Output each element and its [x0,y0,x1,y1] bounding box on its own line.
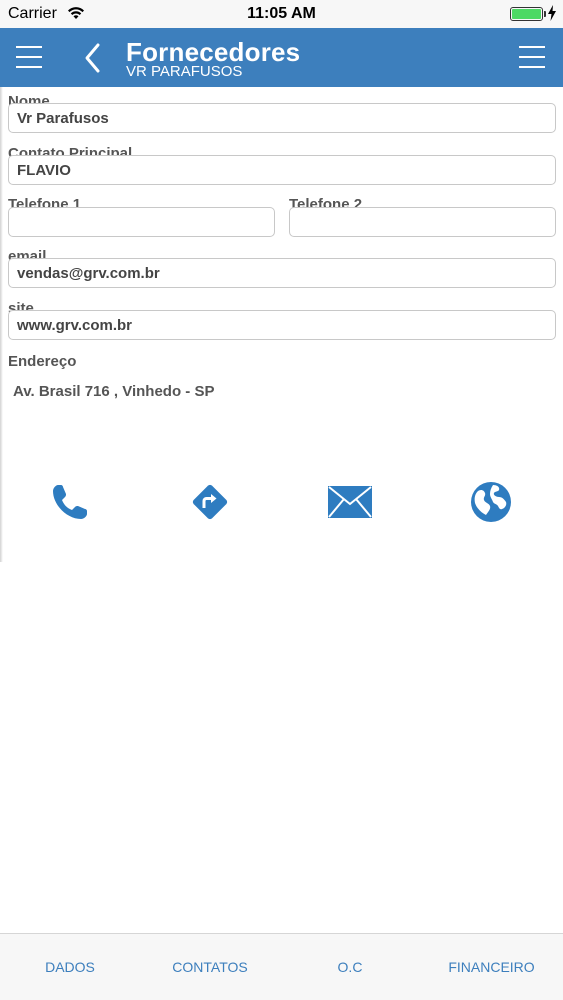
charging-bolt-icon [548,5,556,21]
directions-button[interactable] [186,478,234,526]
menu-right-button[interactable] [519,44,547,70]
call-button[interactable] [46,478,94,526]
battery-icon [510,7,543,21]
globe-icon [471,482,511,522]
email-field[interactable] [8,258,556,288]
status-bar: Carrier 11:05 AM [0,0,563,28]
clock-time: 11:05 AM [247,5,316,22]
hamburger-line [519,66,545,68]
navigation-bar: Fornecedores VR PARAFUSOS [0,28,563,87]
hamburger-line [519,46,545,48]
open-site-button[interactable] [467,478,515,526]
battery-tip [544,11,546,17]
contato-principal-field[interactable] [8,155,556,185]
tab-dados[interactable]: DADOS [0,934,140,1000]
tab-contatos[interactable]: CONTATOS [140,934,280,1000]
tab-oc[interactable]: O.C [280,934,420,1000]
telefone-1-field[interactable] [8,207,275,237]
endereco-value: Av. Brasil 716 , Vinhedo - SP [13,383,215,400]
drawer-edge-shadow [0,87,3,562]
bottom-tab-bar: DADOS CONTATOS O.C FINANCEIRO [0,933,563,1000]
page-subtitle: VR PARAFUSOS [126,63,243,80]
mail-icon [328,486,372,518]
tab-financeiro[interactable]: FINANCEIRO [420,934,563,1000]
battery-level-fill [512,9,541,19]
back-chevron-icon[interactable] [82,42,106,74]
hamburger-line [16,46,42,48]
hamburger-line [16,56,42,58]
menu-left-button[interactable] [16,44,44,70]
hamburger-line [16,66,42,68]
telefone-2-field[interactable] [289,207,556,237]
site-field[interactable] [8,310,556,340]
nome-field[interactable] [8,103,556,133]
hamburger-line [519,56,545,58]
endereco-label: Endereço [8,353,77,370]
phone-icon [53,485,87,519]
send-email-button[interactable] [326,478,374,526]
directions-icon [192,484,228,520]
